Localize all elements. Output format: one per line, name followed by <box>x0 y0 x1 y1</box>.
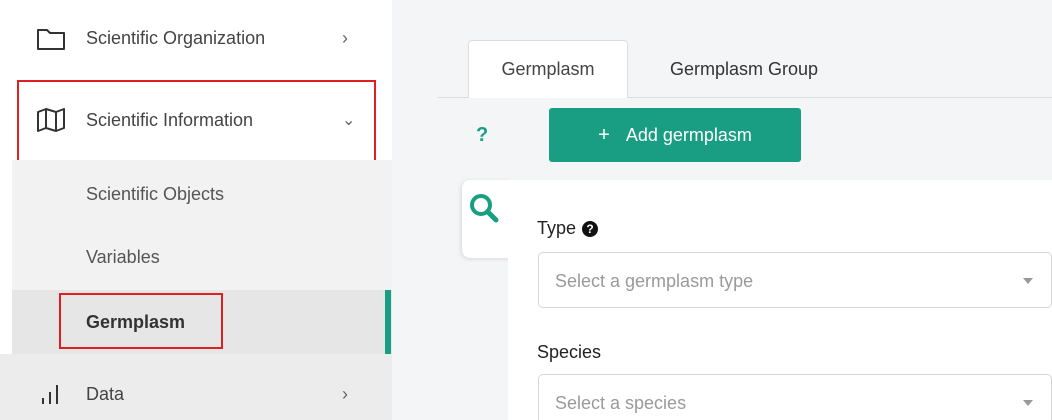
highlight-box-germplasm <box>59 293 223 349</box>
chevron-right-icon: › <box>342 27 348 48</box>
species-select[interactable]: Select a species <box>538 374 1052 420</box>
species-placeholder: Select a species <box>555 393 687 413</box>
search-toggle[interactable] <box>462 180 510 258</box>
add-germplasm-button[interactable]: + Add germplasm <box>549 108 801 162</box>
germplasm-type-placeholder: Select a germplasm type <box>555 271 754 291</box>
sidebar-item-data[interactable]: Data › <box>0 370 392 418</box>
sidebar-item-label: Data <box>86 383 125 404</box>
tab-bar: Germplasm Germplasm Group <box>438 40 1052 98</box>
caret-down-icon <box>1023 400 1033 406</box>
highlight-box-scientific-information <box>17 80 376 162</box>
chevron-right-icon: › <box>342 383 348 404</box>
help-icon[interactable]: ? <box>476 124 488 147</box>
sidebar: Scientific Organization › Scientific Inf… <box>0 0 392 420</box>
caret-down-icon <box>1023 278 1033 284</box>
sidebar-subitem-scientific-objects[interactable]: Scientific Objects <box>86 184 224 205</box>
germplasm-type-select[interactable]: Select a germplasm type <box>538 252 1052 308</box>
type-label-text: Type <box>537 218 577 238</box>
question-icon[interactable]: ? <box>582 221 599 237</box>
type-label: Type? <box>537 218 599 239</box>
add-germplasm-label: Add germplasm <box>625 124 752 145</box>
sidebar-item-scientific-organization[interactable]: Scientific Organization › <box>0 14 392 62</box>
bar-chart-icon <box>36 379 66 409</box>
sidebar-subitem-variables[interactable]: Variables <box>86 247 160 268</box>
folder-icon <box>36 23 66 53</box>
tab-germplasm[interactable]: Germplasm <box>468 40 628 98</box>
search-icon <box>470 194 499 223</box>
active-item-indicator <box>385 290 391 354</box>
tab-germplasm-group[interactable]: Germplasm Group <box>644 40 844 98</box>
species-label: Species <box>537 342 602 362</box>
sidebar-item-label: Scientific Organization <box>86 27 266 48</box>
plus-icon: + <box>598 123 610 146</box>
